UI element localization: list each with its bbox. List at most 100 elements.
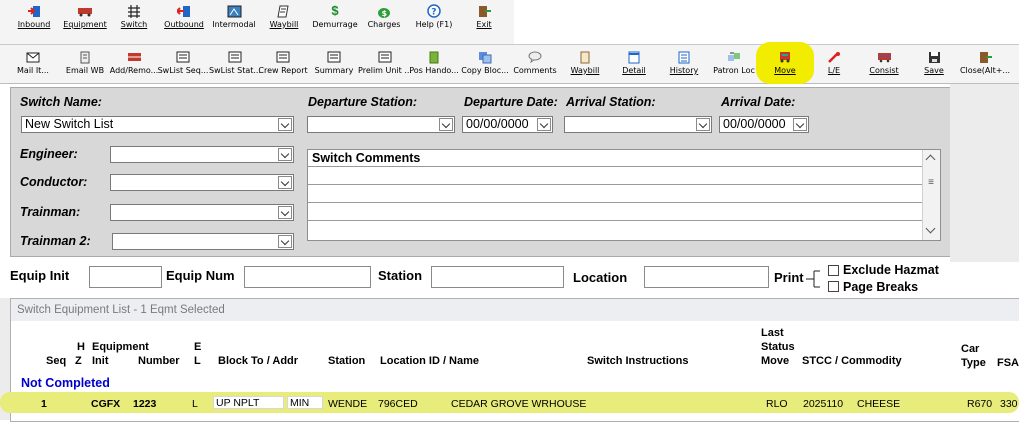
comment-line (308, 220, 923, 221)
print-label: Print (774, 270, 804, 285)
chevron-down-icon[interactable] (537, 118, 551, 131)
swlist-status-button[interactable]: SwList Stat... (209, 46, 261, 76)
charges-icon: $ (376, 4, 392, 18)
trainman-select[interactable] (110, 204, 294, 221)
outbound-button[interactable]: Outbound (162, 0, 206, 30)
chevron-down-icon[interactable] (278, 176, 292, 189)
chevron-down-icon[interactable] (696, 118, 710, 131)
header-block-to[interactable]: Block To / Addr (218, 355, 298, 368)
detail-button[interactable]: Detail (610, 46, 658, 76)
equipment-button[interactable]: Equipment (62, 0, 108, 30)
swlist-seq-button[interactable]: SwList Seq... (158, 46, 208, 76)
chevron-down-icon[interactable] (278, 118, 292, 131)
switch-name-select[interactable]: New Switch List (21, 116, 294, 133)
help-button[interactable]: ? Help (F1) (412, 0, 456, 30)
header-e[interactable]: E (194, 341, 201, 354)
equip-init-input[interactable] (89, 266, 162, 288)
location-input[interactable] (644, 266, 769, 288)
patron-location-label: Patron Loc (713, 66, 755, 75)
header-fsa[interactable]: FSA (997, 357, 1019, 370)
comments-button[interactable]: Comments (511, 46, 559, 76)
header-number[interactable]: Number (138, 355, 180, 368)
waybill-button[interactable]: Waybill (561, 46, 609, 76)
exit-button[interactable]: Exit (468, 0, 500, 30)
departure-date-picker[interactable]: 00/00/0000 (462, 116, 553, 133)
chevron-down-icon[interactable] (793, 118, 807, 131)
crew-report-button[interactable]: Crew Report (258, 46, 308, 76)
conductor-select[interactable] (110, 174, 294, 191)
pos-handoff-icon (426, 50, 442, 64)
header-station[interactable]: Station (328, 355, 365, 368)
switch-comments-box[interactable]: Switch Comments ≡ (307, 149, 941, 241)
waybill-icon (276, 4, 292, 18)
history-button[interactable]: History (660, 46, 708, 76)
header-status[interactable]: Status (761, 341, 795, 354)
header-move[interactable]: Move (761, 355, 789, 368)
patron-location-button[interactable]: Patron Loc (710, 46, 758, 76)
inbound-button[interactable]: Inbound (14, 0, 54, 30)
trainman2-select[interactable] (112, 233, 294, 250)
header-stcc-commodity[interactable]: STCC / Commodity (802, 355, 902, 368)
copy-block-button[interactable]: Copy Bloc... (461, 46, 509, 76)
switch-button[interactable]: Switch (116, 0, 152, 30)
engineer-label: Engineer: (20, 147, 78, 161)
summary-button[interactable]: Summary (310, 46, 358, 76)
charges-button[interactable]: $ Charges (364, 0, 404, 30)
addr-input[interactable]: MIN (287, 396, 323, 409)
consist-button[interactable]: Consist (860, 46, 908, 76)
cell-init: CGFX (91, 398, 121, 410)
cell-seq: 1 (41, 398, 47, 410)
page-breaks-checkbox[interactable] (828, 281, 839, 292)
prelim-unit-label: Prelim Unit ... (358, 66, 412, 75)
chevron-down-icon[interactable] (278, 235, 292, 248)
prelim-unit-button[interactable]: Prelim Unit ... (358, 46, 412, 76)
scroll-thumb[interactable]: ≡ (926, 176, 936, 190)
departure-station-select[interactable] (307, 116, 455, 133)
header-car[interactable]: Car (961, 343, 979, 356)
intermodal-button[interactable]: Intermodal (212, 0, 256, 30)
add-remove-button[interactable]: Add/Remo... (110, 46, 158, 76)
equip-num-label: Equip Num (166, 268, 235, 283)
summary-icon (326, 50, 342, 64)
station-input[interactable] (431, 266, 564, 288)
header-z[interactable]: Z (75, 355, 82, 368)
equip-num-input[interactable] (244, 266, 371, 288)
comments-scrollbar[interactable]: ≡ (922, 150, 940, 240)
arrival-station-select[interactable] (564, 116, 712, 133)
svg-text:$: $ (382, 9, 388, 18)
chevron-down-icon[interactable] (278, 206, 292, 219)
header-h[interactable]: H (77, 341, 85, 354)
save-button[interactable]: Save (910, 46, 958, 76)
scroll-down-icon[interactable] (925, 223, 936, 234)
load-empty-button[interactable]: L/E (810, 46, 858, 76)
location-filter-label: Location (573, 270, 628, 285)
header-seq[interactable]: Seq (46, 355, 66, 368)
waybill-top-button[interactable]: Waybill (266, 0, 302, 30)
block-to-input[interactable]: UP NPLT (213, 396, 284, 409)
header-l[interactable]: L (194, 355, 201, 368)
mail-button[interactable]: Mail It... (9, 46, 57, 76)
comment-line (308, 166, 923, 167)
header-location[interactable]: Location ID / Name (380, 355, 479, 368)
pos-handoff-button[interactable]: Pos Hando... (409, 46, 459, 76)
consist-icon (876, 50, 892, 64)
scroll-up-icon[interactable] (925, 154, 936, 165)
exclude-hazmat-checkbox[interactable] (828, 265, 839, 276)
chevron-down-icon[interactable] (278, 148, 292, 161)
demurrage-button[interactable]: $ Demurrage (312, 0, 358, 30)
load-empty-icon (826, 50, 842, 64)
header-type[interactable]: Type (961, 357, 986, 370)
chevron-down-icon[interactable] (439, 118, 453, 131)
print-bracket-icon (806, 270, 820, 288)
exclude-hazmat-label: Exclude Hazmat (843, 263, 939, 277)
email-waybill-button[interactable]: Email WB (61, 46, 109, 76)
move-button[interactable]: Move (761, 46, 809, 76)
header-last[interactable]: Last (761, 327, 784, 340)
header-init[interactable]: Init (92, 355, 109, 368)
engineer-select[interactable] (110, 146, 294, 163)
group-not-completed[interactable]: Not Completed (21, 376, 110, 390)
arrival-date-picker[interactable]: 00/00/0000 (719, 116, 809, 133)
header-switch-instructions[interactable]: Switch Instructions (587, 355, 688, 368)
close-button[interactable]: Close(Alt+... (960, 46, 1010, 76)
header-equipment[interactable]: Equipment (92, 341, 149, 354)
